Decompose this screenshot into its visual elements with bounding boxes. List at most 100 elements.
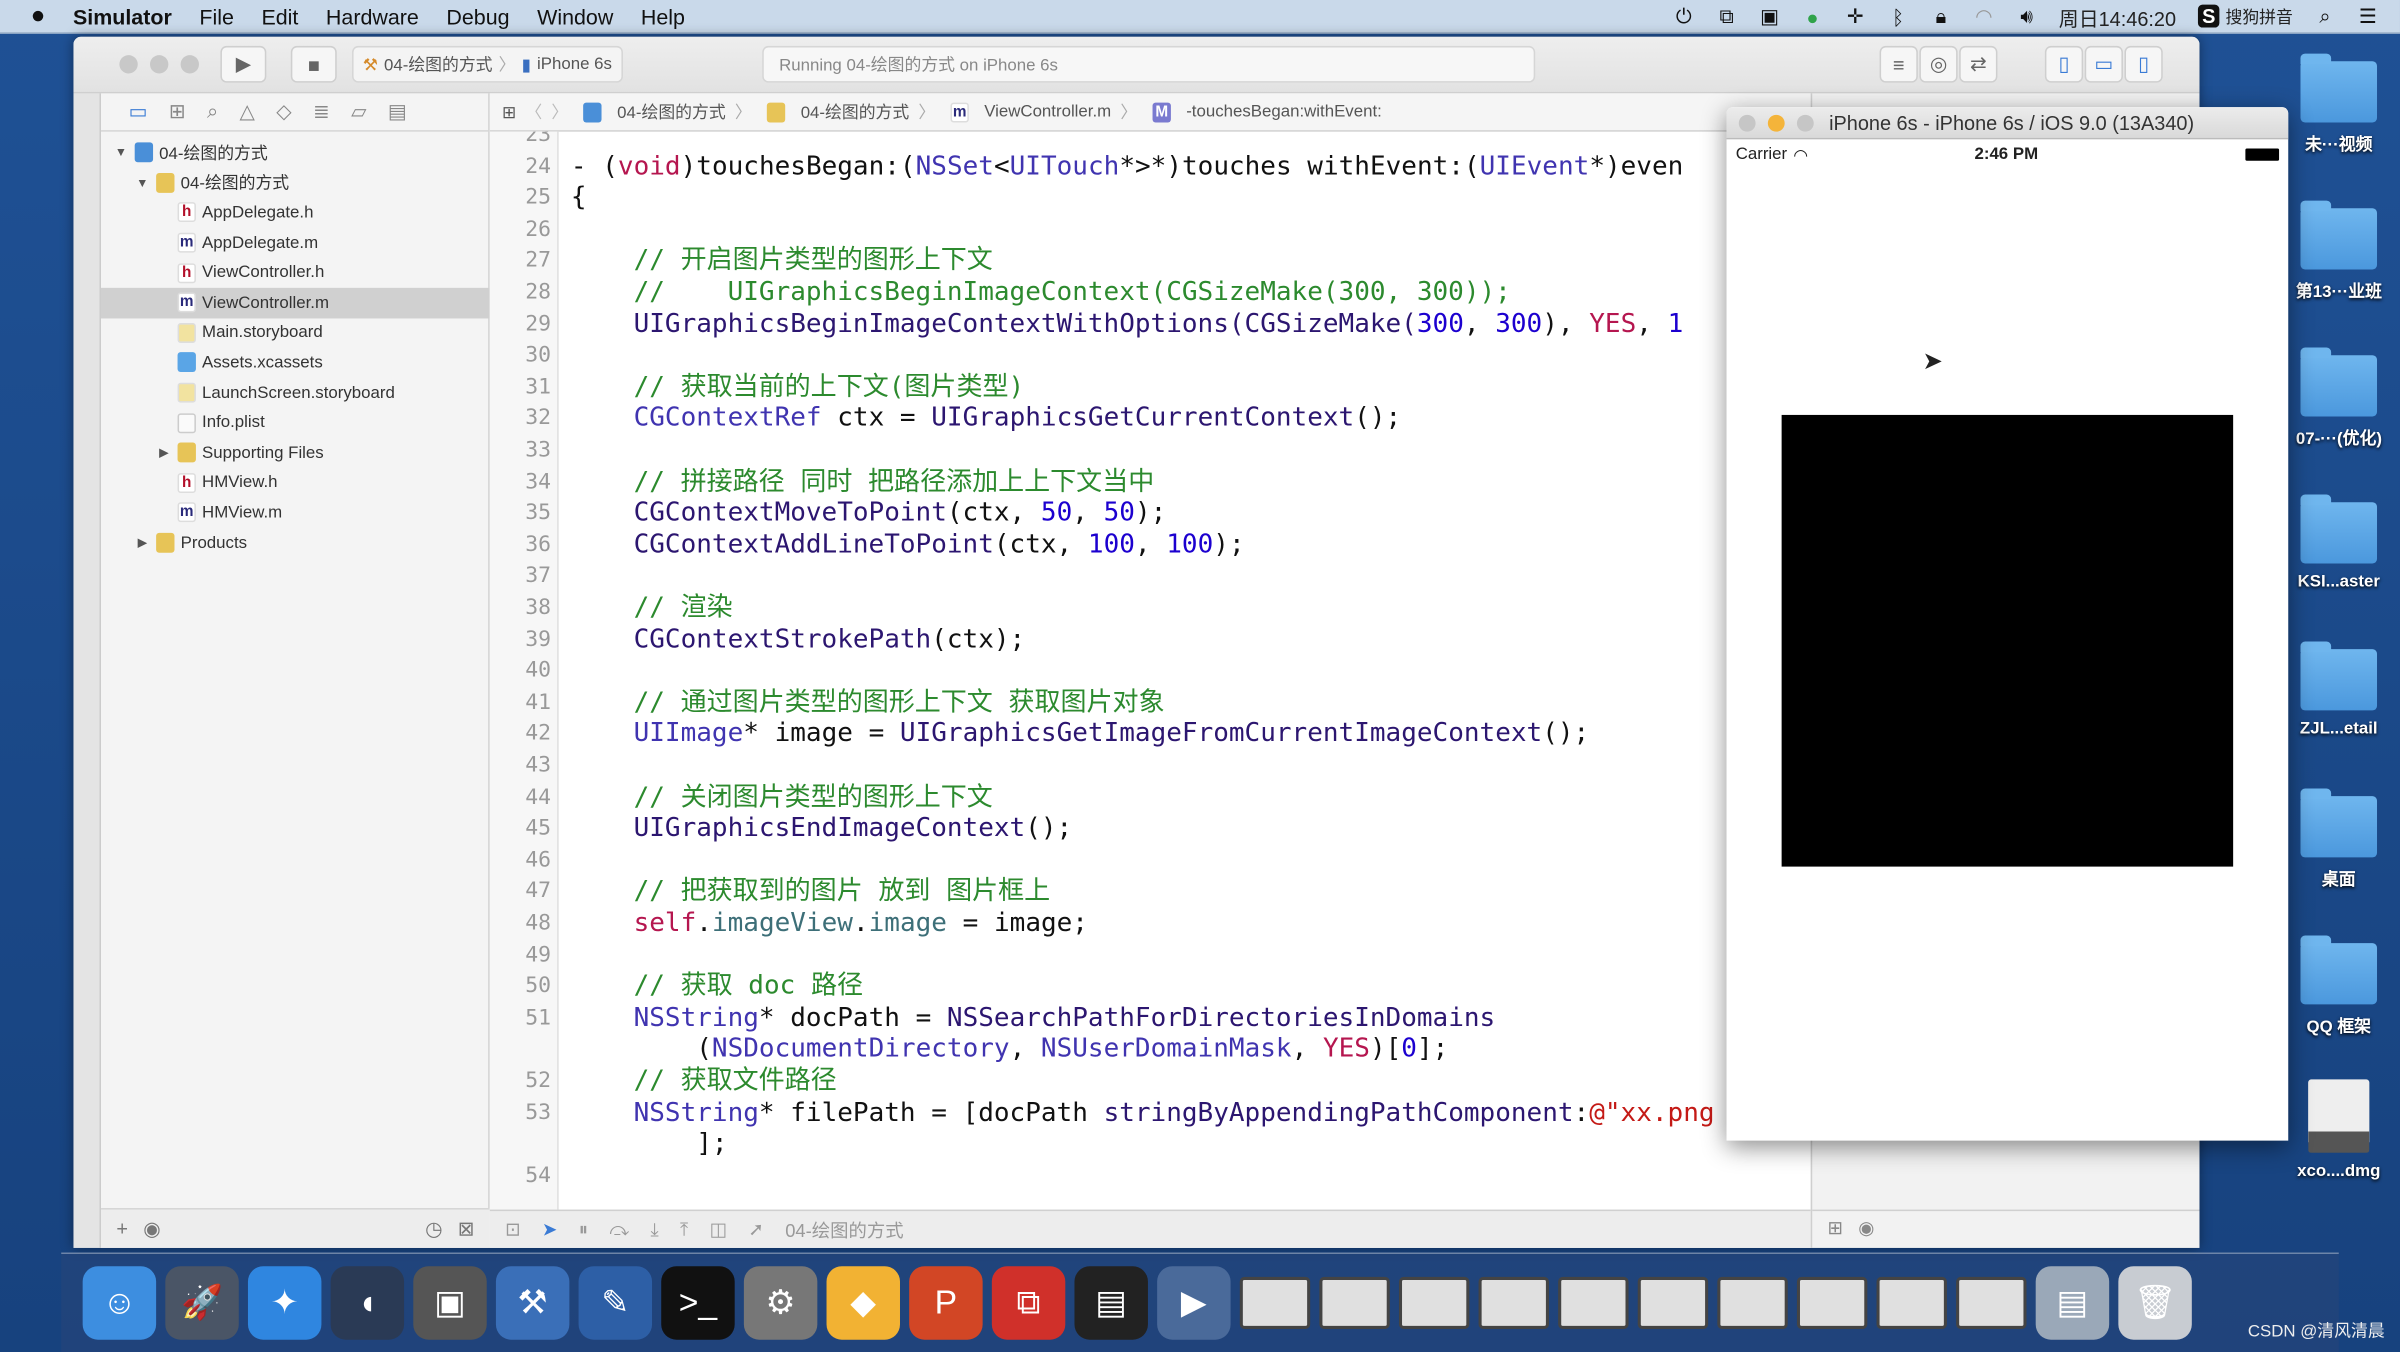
plus-icon[interactable]: ✛ (1845, 5, 1866, 28)
symbol-icon[interactable]: ⊞ (169, 100, 186, 124)
trash-icon[interactable]: 🗑︎ (2118, 1266, 2192, 1340)
desktop-item[interactable]: ZJL...etail (2296, 641, 2382, 738)
breakpoint-icon[interactable]: ▱ (351, 100, 366, 124)
jumpbar-file[interactable]: ViewController.m (984, 103, 1111, 121)
bluetooth-icon[interactable]: ᛒ (1887, 5, 1908, 28)
desktop-item[interactable]: QQ 框架 (2296, 935, 2382, 1038)
ime-menu[interactable]: S 搜狗拼音 (2197, 4, 2293, 29)
hide-debug-icon[interactable]: ⊡ (505, 1219, 520, 1240)
recent-icon[interactable]: ◷ (425, 1216, 442, 1240)
dock-minimized-window[interactable] (1558, 1276, 1629, 1329)
tree-item[interactable]: m HMView.m (101, 498, 490, 528)
warning-icon[interactable]: △ (240, 100, 255, 124)
menu-debug[interactable]: Debug (446, 4, 509, 28)
menu-help[interactable]: Help (641, 4, 685, 28)
report-icon[interactable]: ▤ (388, 100, 407, 124)
tree-item[interactable]: h ViewController.h (101, 258, 490, 288)
pause-icon[interactable]: ⏸ (579, 1218, 588, 1241)
forward-button[interactable]: 〉 (551, 100, 568, 124)
dock-launchpad-icon[interactable]: 🚀 (165, 1266, 239, 1340)
menu-hardware[interactable]: Hardware (326, 4, 419, 28)
breakpoints-toggle-icon[interactable]: ➤ (542, 1219, 557, 1240)
tree-item[interactable]: ▶ Products (101, 528, 490, 558)
dock-powerpoint-icon[interactable]: P (909, 1266, 983, 1340)
step-into-icon[interactable]: ⤓ (650, 1218, 658, 1241)
dock-minimized-window[interactable] (1319, 1276, 1390, 1329)
zoom-button[interactable] (1796, 114, 1814, 132)
image-view[interactable] (1781, 414, 2234, 867)
dock-sketch-icon[interactable]: ◆ (826, 1266, 900, 1340)
disclosure-triangle-icon[interactable]: ▼ (135, 176, 150, 190)
related-items-icon[interactable]: ⊞ (502, 102, 516, 121)
screens-icon[interactable]: ⧉ (1716, 5, 1737, 28)
test-icon[interactable]: ◇ (276, 100, 291, 124)
tree-item[interactable]: h AppDelegate.h (101, 198, 490, 228)
tree-item[interactable]: LaunchScreen.storyboard (101, 378, 490, 408)
scm-icon[interactable]: ⊠ (458, 1216, 475, 1240)
toggle-debug-area-icon[interactable]: ▭ (2084, 45, 2123, 83)
version-editor-icon[interactable]: ⇄ (1959, 45, 1998, 83)
wifi-icon[interactable]: ◠ (1973, 5, 1994, 28)
dock-minimized-window[interactable] (1717, 1276, 1788, 1329)
spotlight-icon[interactable]: ⌕ (2314, 5, 2335, 28)
dock-photo-booth-icon[interactable]: ▣ (413, 1266, 487, 1340)
view-debugger-icon[interactable]: ◫ (710, 1219, 727, 1240)
menu-window[interactable]: Window (537, 4, 613, 28)
dock-system-preferences-icon[interactable]: ⚙ (743, 1266, 818, 1340)
filter-icon[interactable]: ◉ (1858, 1217, 1874, 1238)
tree-item[interactable]: ▶ Supporting Files (101, 438, 490, 468)
add-icon[interactable]: + (116, 1217, 128, 1240)
jumpbar-method[interactable]: -touchesBegan:withEvent: (1186, 103, 1382, 121)
camera-icon[interactable]: ▣ (1759, 5, 1780, 28)
minimize-button[interactable] (149, 55, 169, 74)
clock[interactable]: 周日14:46:20 (2059, 2, 2176, 31)
back-button[interactable]: 〈 (525, 100, 542, 124)
disclosure-triangle-icon[interactable]: ▶ (135, 536, 150, 550)
dock-minimized-window[interactable] (1637, 1276, 1709, 1329)
jumpbar-group[interactable]: 04-绘图的方式 (801, 100, 910, 124)
dock-preview-icon[interactable]: ▤ (2035, 1266, 2110, 1340)
disclosure-triangle-icon[interactable]: ▼ (113, 146, 128, 160)
dock-terminal-icon[interactable]: >_ (661, 1266, 735, 1340)
desktop-item[interactable]: 未···视频 (2296, 53, 2382, 156)
step-over-icon[interactable]: ⤼ (609, 1218, 629, 1241)
zoom-button[interactable] (180, 55, 199, 74)
notification-center-icon[interactable]: ☰ (2357, 5, 2378, 28)
tree-item[interactable]: m ViewController.m (101, 287, 490, 318)
assistant-editor-icon[interactable]: ◎ (1919, 45, 1958, 83)
menu-edit[interactable]: Edit (261, 4, 298, 28)
dock-parallels-icon[interactable]: ⧉ (991, 1266, 1066, 1340)
filter-icon[interactable]: ◉ (143, 1216, 160, 1240)
location-icon[interactable]: ➚ (748, 1219, 763, 1240)
dock-finder-icon[interactable]: ☺ (82, 1266, 157, 1340)
dock-minimized-window[interactable] (1796, 1276, 1868, 1329)
dock-minimized-window[interactable] (1239, 1276, 1311, 1329)
debug-target[interactable]: 04-绘图的方式 (785, 1216, 903, 1242)
code-area[interactable]: 23 24- (void)touchesBegan:(NSSet<UITouch*… (490, 132, 1811, 1210)
stop-button[interactable]: ■ (290, 45, 337, 83)
lock-icon[interactable]: 🔒︎ (1930, 5, 1951, 28)
disclosure-triangle-icon[interactable]: ▶ (156, 446, 171, 460)
tree-item[interactable]: ▼ 04-绘图的方式 (101, 138, 490, 168)
green-app-icon[interactable]: ● (1802, 5, 1823, 28)
standard-editor-icon[interactable]: ≡ (1879, 45, 1918, 83)
volume-icon[interactable]: 🔊︎ (2016, 5, 2037, 28)
tree-item[interactable]: Assets.xcassets (101, 348, 490, 378)
close-button[interactable] (119, 55, 138, 74)
dock-minimized-window[interactable] (1478, 1276, 1549, 1329)
tree-item[interactable]: Info.plist (101, 408, 490, 438)
desktop-item[interactable]: 07-···(优化) (2296, 347, 2382, 450)
tree-item[interactable]: ▼ 04-绘图的方式 (101, 168, 490, 198)
dock-mouse-icon[interactable]: ◖ (330, 1266, 405, 1340)
grid-icon[interactable]: ⊞ (1828, 1217, 1843, 1238)
search-icon[interactable]: ⌕ (207, 100, 218, 124)
desktop-item[interactable]: KSI...aster (2296, 494, 2382, 591)
desktop-item[interactable]: xco....dmg (2296, 1079, 2382, 1180)
tree-item[interactable]: h HMView.h (101, 468, 490, 498)
dock-console-icon[interactable]: ▤ (1074, 1266, 1148, 1340)
desktop-item[interactable]: 桌面 (2296, 788, 2382, 891)
minimize-button[interactable] (1767, 114, 1785, 132)
tree-item[interactable]: Main.storyboard (101, 318, 490, 348)
step-out-icon[interactable]: ⤒ (680, 1218, 688, 1241)
debug-icon[interactable]: ≣ (313, 100, 330, 124)
